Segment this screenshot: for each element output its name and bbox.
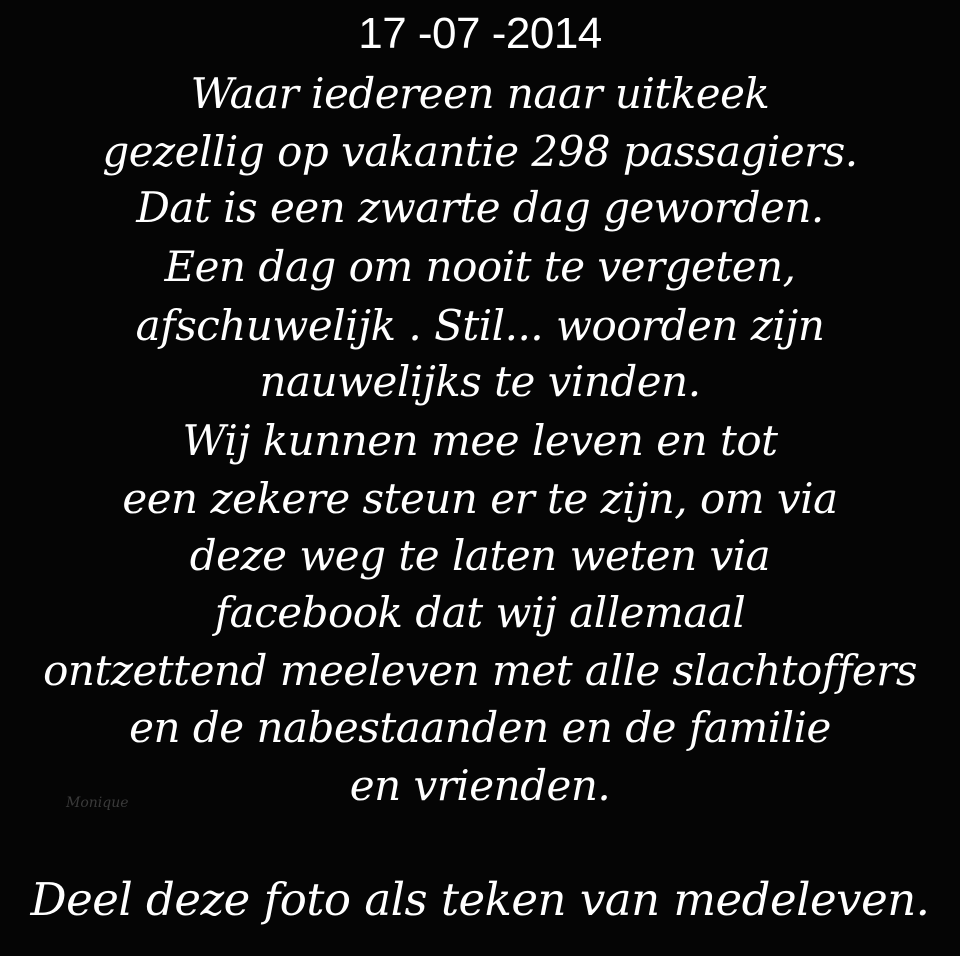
poem-line: facebook dat wij allemaal [214,588,746,637]
poem-line: een zekere steun er te zijn, om via [122,474,838,523]
watermark-signature: Monique [66,795,129,811]
poem-line: Waar iedereen naar uitkeek [190,69,770,118]
poem-line: deze weg te laten weten via [189,531,771,580]
memorial-card: 17 -07 -2014 Waar iedereen naar uitkeek … [0,0,960,956]
poem-line: Dat is een zwarte dag geworden. [136,183,824,232]
date-heading: 17 -07 -2014 [358,9,602,58]
poem-line: afschuwelijk . Stil... woorden zijn [135,301,825,350]
poem-line: Een dag om nooit te vergeten, [164,242,796,291]
poem-line: gezellig op vakantie 298 passagiers. [102,127,858,176]
poem-line: ontzettend meeleven met alle slachtoffer… [43,646,917,695]
poem-line: Wij kunnen mee leven en tot [182,416,778,465]
poem-line: nauwelijks te vinden. [259,357,701,406]
poem-line: en de nabestaanden en de familie [129,703,831,752]
closing-line: Deel deze foto als teken van medeleven. [30,873,930,926]
poem-line: en vrienden. [349,761,611,810]
